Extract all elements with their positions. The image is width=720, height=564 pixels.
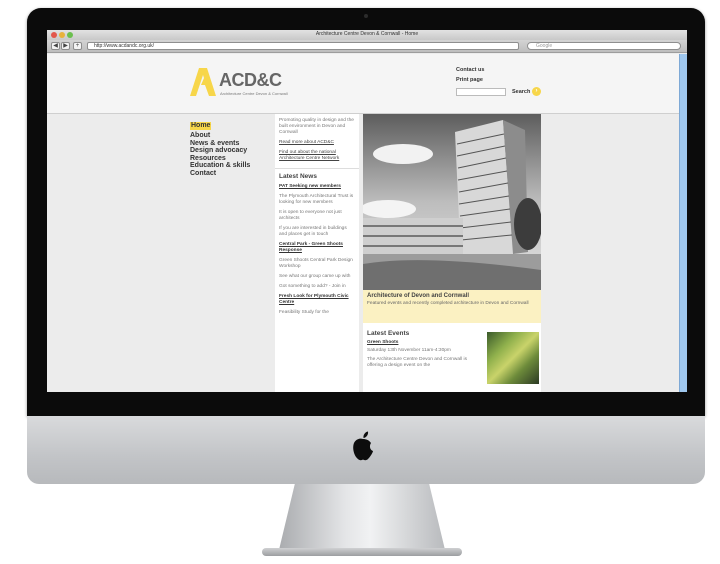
nav-item-news-events[interactable]: News & events bbox=[190, 140, 270, 148]
event-date: Saturday 13th November 11am-4:30pm bbox=[367, 348, 451, 353]
nav-item-design-advocacy[interactable]: Design advocacy bbox=[190, 147, 270, 155]
middle-column: Promoting quality in design and the buil… bbox=[275, 114, 359, 392]
news-item-text: See what our group came up with bbox=[279, 274, 351, 279]
site-logo-subtitle: Architecture Centre Devon & Cornwall bbox=[220, 91, 288, 96]
browser-search-input[interactable]: Google bbox=[527, 42, 681, 50]
search-go-icon[interactable]: › bbox=[532, 87, 541, 96]
web-page: ACD&C Architecture Centre Devon & Cornwa… bbox=[47, 54, 679, 392]
browser-titlebar: Architecture Centre Devon & Cornwall - H… bbox=[47, 30, 687, 40]
site-search-input[interactable] bbox=[456, 88, 506, 96]
feature-heading[interactable]: Architecture of Devon and Cornwall bbox=[367, 293, 537, 299]
news-item-text: Feasibility Study for the bbox=[279, 310, 329, 315]
add-bookmark-button[interactable]: + bbox=[73, 42, 82, 50]
nav-item-contact[interactable]: Contact bbox=[190, 170, 270, 178]
camera bbox=[364, 14, 368, 18]
url-bar[interactable]: http://www.acdandc.org.uk/ bbox=[87, 42, 519, 50]
read-more-link[interactable]: Read more about ACD&C bbox=[279, 140, 355, 146]
back-button[interactable]: ◀ bbox=[51, 42, 60, 50]
screen: Architecture Centre Devon & Cornwall - H… bbox=[47, 30, 687, 392]
news-item-text: It is open to everyone not just architec… bbox=[279, 210, 342, 221]
news-item-title[interactable]: Central Park - Green Shoots Response bbox=[279, 242, 355, 254]
feature-text: Featured events and recently completed a… bbox=[367, 301, 529, 306]
left-nav: Home About News & events Design advocacy… bbox=[190, 114, 270, 177]
news-item-text: The Plymouth Architectural Trust is look… bbox=[279, 194, 354, 205]
apple-logo-icon bbox=[353, 431, 373, 461]
page-scrollbar[interactable] bbox=[679, 54, 687, 392]
nav-item-about[interactable]: About bbox=[190, 132, 270, 140]
forward-button[interactable]: ▶ bbox=[61, 42, 70, 50]
latest-events: Latest Events Green Shoots Saturday 13th… bbox=[363, 326, 541, 392]
nav-item-education-skills[interactable]: Education & skills bbox=[190, 162, 270, 170]
news-item-text: Green Shoots Central Park Design Worksho… bbox=[279, 258, 353, 269]
contact-us-link[interactable]: Contact us bbox=[456, 67, 484, 73]
divider bbox=[275, 168, 359, 169]
site-header: ACD&C Architecture Centre Devon & Cornwa… bbox=[47, 54, 679, 114]
print-page-link[interactable]: Print page bbox=[456, 77, 483, 83]
feature-banner[interactable]: Architecture of Devon and Cornwall Featu… bbox=[363, 290, 541, 323]
nav-item-resources[interactable]: Resources bbox=[190, 155, 270, 163]
event-thumbnail[interactable] bbox=[487, 332, 539, 384]
news-item-title[interactable]: PAT Seeking new members bbox=[279, 184, 355, 190]
window-title: Architecture Centre Devon & Cornwall - H… bbox=[315, 31, 419, 37]
acdc-logo-icon bbox=[190, 68, 216, 96]
news-item-title[interactable]: Fresh Look for Plymouth Civic Centre bbox=[279, 294, 355, 306]
right-column: Architecture of Devon and Cornwall Featu… bbox=[363, 114, 541, 392]
event-text: The Architecture Centre Devon and Cornwa… bbox=[367, 357, 467, 368]
news-item-text: Got something to add? - Join in bbox=[279, 284, 346, 289]
news-item-text: If you are interested in buildings and p… bbox=[279, 226, 347, 237]
intro-text: Promoting quality in design and the buil… bbox=[279, 118, 354, 135]
site-search-label: Search bbox=[512, 89, 531, 95]
network-link[interactable]: Find out about the national Architecture… bbox=[279, 150, 355, 162]
site-logo-text[interactable]: ACD&C bbox=[219, 70, 282, 91]
nav-item-home[interactable]: Home bbox=[190, 122, 212, 130]
imac-stand-base bbox=[262, 548, 462, 556]
building-photo[interactable] bbox=[363, 114, 541, 290]
latest-news-heading: Latest News bbox=[279, 173, 317, 180]
browser-toolbar: ◀ ▶ + http://www.acdandc.org.uk/ Google bbox=[47, 40, 687, 53]
imac-stand bbox=[278, 484, 446, 554]
